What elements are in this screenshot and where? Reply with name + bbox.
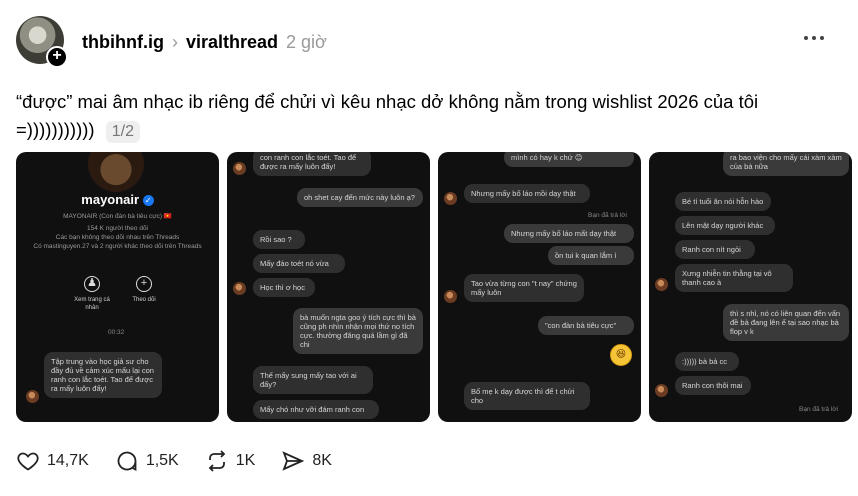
plus-circle-icon: + <box>136 276 152 292</box>
follow-button: + Theo dõi <box>132 276 156 303</box>
chat-message: Ranh con thôi mai <box>675 376 751 395</box>
chat-message: Tập trung vào học giả sư cho đầy đủ về c… <box>44 352 162 398</box>
share-count: 8K <box>312 452 332 469</box>
like-button[interactable]: 14,7K <box>16 449 89 473</box>
profile-avatar <box>88 152 144 192</box>
chat-avatar <box>233 282 246 295</box>
repost-button[interactable]: 1K <box>205 449 256 473</box>
chat-avatar <box>655 278 668 291</box>
image-card-2[interactable]: con ranh con lắc toét. Tao để được ra mấ… <box>227 152 430 422</box>
profile-followers: 154 K người theo dõi <box>86 225 149 232</box>
chat-message: ra bao viện cho mấy cái xàm xàm của bà n… <box>723 152 849 176</box>
chat-avatar <box>233 162 246 175</box>
chat-avatar <box>655 384 668 397</box>
chat-message: Xưng nhiễn tin thằng tại vô thanh cao à <box>675 264 793 292</box>
image-card-3[interactable]: mình có hay k chứ 😊 Nhưng mấy bố láo mồi… <box>438 152 641 422</box>
chat-message: bà muốn ngta goo ý tích cực thì bà cũng … <box>293 308 423 354</box>
verified-icon: ✓ <box>142 195 154 207</box>
chat-avatar <box>26 390 39 403</box>
chat-message: Bố mẹ k dạy được thì để t chửi cho <box>464 382 590 410</box>
more-horizontal-icon[interactable] <box>804 36 824 40</box>
repost-icon <box>208 450 226 472</box>
chat-message: con ranh con lắc toét. Tao để được ra mấ… <box>253 152 371 176</box>
chat-avatar <box>444 192 457 205</box>
reply-label: Bạn đã trả lời <box>799 406 838 413</box>
chat-message: Nhưng mấy bố láo mồi dạy thật <box>464 184 590 203</box>
chat-message: :))))) bà bả cc <box>675 352 739 371</box>
chat-message: oh shet cay đến mức này luôn ạ? <box>297 188 423 207</box>
profile-fullname: MAYONAIR (Con đàn bà tiêu cực) 🇻🇳 <box>63 213 172 220</box>
post-header: + thbihnf.ig › viralthread 2 giờ <box>16 14 846 70</box>
chat-message: Mấy đáo toét nó vừa <box>253 254 345 273</box>
chat-message: Thế mấy sung mấy tao với ai đấy? <box>253 366 373 394</box>
view-profile-button: ♟ Xem trang cá nhân <box>74 276 110 311</box>
post-caption: “được” mai âm nhạc ib riêng để chửi vì k… <box>16 88 816 144</box>
repost-count: 1K <box>235 452 256 469</box>
chat-message: Lên mặt dạy người khác <box>675 216 775 235</box>
image-card-1[interactable]: mayonair ✓ MAYONAIR (Con đàn bà tiêu cực… <box>16 152 219 422</box>
chat-message: Mấy chó như vỡi đám ranh con <box>253 400 379 419</box>
reply-label: Bạn đã trả lời <box>588 212 627 219</box>
send-icon <box>282 451 305 471</box>
chat-avatar <box>444 290 457 303</box>
post-time: 2 giờ <box>286 32 327 52</box>
chevron-right-icon: › <box>171 32 178 52</box>
person-icon: ♟ <box>84 276 100 292</box>
chat-message: Nhưng mấy bố láo mất dạy thật <box>504 224 634 243</box>
laughing-emoji-icon: 😆 <box>610 344 632 366</box>
chat-message: mình có hay k chứ 😊 <box>504 152 634 167</box>
author-row: thbihnf.ig › viralthread 2 giờ <box>82 32 327 53</box>
image-card-4[interactable]: ra bao viện cho mấy cái xàm xàm của bà n… <box>649 152 852 422</box>
comment-count: 1,5K <box>145 452 179 469</box>
post-actions: 14,7K 1,5K 1K 8K <box>16 449 358 473</box>
comment-button[interactable]: 1,5K <box>115 449 179 473</box>
comment-icon <box>117 451 137 471</box>
author-username[interactable]: thbihnf.ig <box>82 32 164 53</box>
heart-icon <box>17 452 39 471</box>
chat-message: Tao vừa từng con "t nay" chứng mấy luôn <box>464 274 584 302</box>
thread-name[interactable]: viralthread <box>186 32 278 53</box>
image-carousel[interactable]: mayonair ✓ MAYONAIR (Con đàn bà tiêu cực… <box>16 152 858 422</box>
profile-mutual: Có mastinguyen.27 và 2 người khác theo d… <box>33 243 202 250</box>
chat-message: Học thì ơ học <box>253 278 315 297</box>
like-count: 14,7K <box>47 452 89 469</box>
chat-message: Ranh con nít ngỏi <box>675 240 755 259</box>
share-button[interactable]: 8K <box>281 449 332 473</box>
chat-time: 00:32 <box>108 329 125 336</box>
chat-message: "con đàn bà tiêu cực" <box>538 316 634 335</box>
chat-message: Rồi sao ? <box>253 230 305 249</box>
chat-message: thì s nhỉ, nó có liên quan đến vấn đề bà… <box>723 304 849 341</box>
follow-plus-icon[interactable]: + <box>46 46 68 68</box>
chat-message: Bé tí tuổi ăn nói hỗn hào <box>675 192 771 211</box>
page-indicator: 1/2 <box>105 121 140 143</box>
profile-name: mayonair ✓ <box>16 192 219 207</box>
chat-message: ồn tui k quan lắm í <box>548 246 634 265</box>
profile-not-following: Các bạn không theo dõi nhau trên Threads <box>55 234 180 241</box>
